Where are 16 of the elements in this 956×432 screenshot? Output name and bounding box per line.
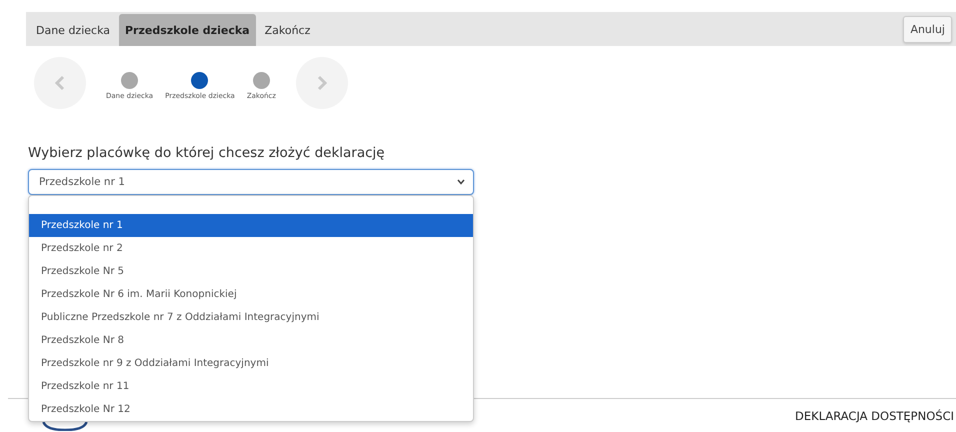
tab[interactable]: Dane dziecka [30, 14, 116, 46]
tab[interactable]: Przedszkole dziecka [119, 14, 256, 46]
facility-select[interactable]: Przedszkole nr 1 [28, 169, 474, 195]
dropdown-option[interactable]: Przedszkole Nr 6 im. Marii Konopnickiej [29, 283, 473, 306]
dropdown-option[interactable]: Przedszkole nr 9 z Oddziałami Integracyjnymi [29, 352, 473, 375]
dropdown-option[interactable]: Przedszkole Nr 5 [29, 260, 473, 283]
dropdown-option[interactable]: Przedszkole nr 1 [29, 214, 473, 237]
accessibility-link[interactable]: DEKLARACJA DOSTĘPNOŚCI [795, 408, 954, 422]
dropdown-option[interactable]: Przedszkole Nr 12 [29, 398, 473, 421]
dropdown-option[interactable]: Przedszkole Nr 8 [29, 329, 473, 352]
dropdown-option[interactable]: Przedszkole nr 11 [29, 375, 473, 398]
dropdown-option[interactable]: Przedszkole nr 2 [29, 237, 473, 260]
dropdown-option[interactable]: Publiczne Przedszkole nr 7 z Oddziałami Integracyjnymi [29, 306, 473, 329]
form-heading: Wybierz placówkę do której chcesz złożyć deklarację [28, 145, 386, 161]
tab[interactable]: Zakończ [258, 14, 316, 46]
cancel-button[interactable]: Anuluj [903, 16, 952, 42]
